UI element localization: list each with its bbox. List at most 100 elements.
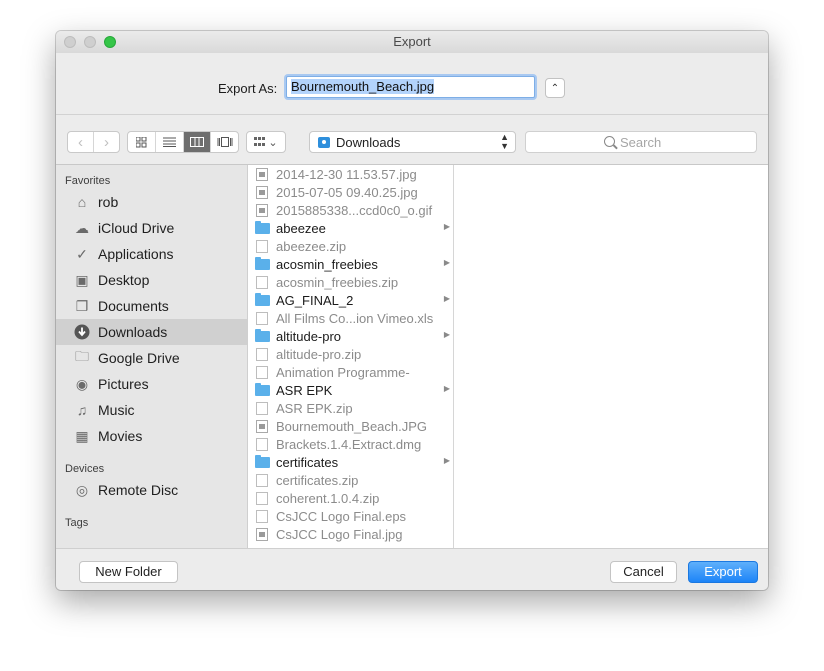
sidebar-item-rob[interactable]: ⌂ rob bbox=[56, 189, 247, 215]
sidebar-item-music[interactable]: ♫ Music bbox=[56, 397, 247, 423]
sidebar-item-google-drive[interactable]: 🗀 Google Drive bbox=[56, 345, 247, 371]
file-icon bbox=[256, 348, 268, 361]
disc-icon: ◎ bbox=[75, 481, 89, 498]
camera-icon: ◉ bbox=[75, 375, 89, 392]
image-file-icon bbox=[256, 168, 268, 181]
file-icon bbox=[256, 474, 268, 487]
list-item[interactable]: altitude-pro.zip bbox=[248, 345, 453, 363]
file-name: abeezee.zip bbox=[276, 239, 347, 254]
column-view-button[interactable] bbox=[183, 132, 212, 152]
list-item[interactable]: CsJCC Logo Final.eps bbox=[248, 507, 453, 525]
sidebar-item-documents[interactable]: ❐ Documents bbox=[56, 293, 247, 319]
list-item[interactable]: certificates ▶ bbox=[248, 453, 453, 471]
list-item[interactable]: abeezee.zip bbox=[248, 237, 453, 255]
back-button[interactable]: ‹ bbox=[68, 132, 94, 152]
navigation-buttons: ‹ › bbox=[67, 131, 120, 153]
sidebar-item-icloud-drive[interactable]: ☁ iCloud Drive bbox=[56, 215, 247, 241]
search-field[interactable]: Search bbox=[525, 131, 757, 153]
close-button[interactable] bbox=[64, 36, 76, 48]
file-name: ASR EPK.zip bbox=[276, 401, 353, 416]
list-item[interactable]: AG_FINAL_2 ▶ bbox=[248, 291, 453, 309]
export-as-label: Export As: bbox=[218, 81, 278, 96]
list-item[interactable]: Bournemouth_Beach.JPG bbox=[248, 417, 453, 435]
favorites-heading: Favorites bbox=[65, 175, 111, 187]
tags-heading: Tags bbox=[65, 517, 89, 529]
list-item[interactable]: Animation Programme- bbox=[248, 363, 453, 381]
file-name: altitude-pro.zip bbox=[276, 347, 362, 362]
filename-text: Bournemouth_Beach.jpg bbox=[291, 79, 435, 94]
disclosure-arrow-icon: ▶ bbox=[443, 222, 450, 231]
file-column: 2014-12-30 11.53.57.jpg 2015-07-05 09.40… bbox=[248, 165, 454, 548]
sidebar-item-label: iCloud Drive bbox=[98, 220, 175, 236]
folder-icon bbox=[255, 329, 270, 342]
sidebar-item-remote-disc[interactable]: ◎ Remote Disc bbox=[56, 477, 247, 503]
export-button[interactable]: Export bbox=[688, 561, 758, 583]
sidebar: Favorites ⌂ rob ☁ iCloud Drive ✓ Applica… bbox=[56, 165, 248, 548]
list-item[interactable]: certificates.zip bbox=[248, 471, 453, 489]
sidebar-item-desktop[interactable]: ▣ Desktop bbox=[56, 267, 247, 293]
list-item[interactable]: altitude-pro ▶ bbox=[248, 327, 453, 345]
list-item[interactable]: 2015-07-05 09.40.25.jpg bbox=[248, 183, 453, 201]
list-icon bbox=[162, 137, 176, 147]
list-item[interactable]: ASR EPK.zip bbox=[248, 399, 453, 417]
list-item[interactable]: 2015885338...ccd0c0_o.gif bbox=[248, 201, 453, 219]
documents-icon: ❐ bbox=[75, 297, 89, 314]
disk-image-icon bbox=[256, 438, 268, 451]
chevron-right-icon: › bbox=[104, 133, 109, 151]
minimize-button[interactable] bbox=[84, 36, 96, 48]
disclosure-arrow-icon: ▶ bbox=[443, 330, 450, 339]
sidebar-item-downloads[interactable]: Downloads bbox=[56, 319, 247, 345]
window-title: Export bbox=[393, 34, 431, 49]
file-name: Brackets.1.4.Extract.dmg bbox=[276, 437, 422, 452]
file-name: 2015885338...ccd0c0_o.gif bbox=[276, 203, 433, 218]
disclosure-arrow-icon: ▶ bbox=[443, 456, 450, 465]
list-item[interactable]: 2014-12-30 11.53.57.jpg bbox=[248, 165, 453, 183]
folder-icon bbox=[255, 257, 270, 270]
export-dialog: Export Export As: Bournemouth_Beach.jpg … bbox=[56, 31, 768, 590]
sidebar-item-label: Applications bbox=[98, 246, 174, 262]
list-view-button[interactable] bbox=[156, 132, 184, 152]
file-name: certificates bbox=[276, 455, 339, 470]
list-item[interactable]: acosmin_freebies ▶ bbox=[248, 255, 453, 273]
file-name: Bournemouth_Beach.JPG bbox=[276, 419, 428, 434]
filename-input[interactable]: Bournemouth_Beach.jpg bbox=[286, 76, 535, 98]
sidebar-item-pictures[interactable]: ◉ Pictures bbox=[56, 371, 247, 397]
list-item[interactable]: ASR EPK ▶ bbox=[248, 381, 453, 399]
title-bar: Export bbox=[56, 31, 768, 53]
file-name: acosmin_freebies bbox=[276, 257, 378, 272]
list-item[interactable]: coherent.1.0.4.zip bbox=[248, 489, 453, 507]
file-name: CsJCC Logo Final.jpg bbox=[276, 527, 403, 542]
arrange-menu-button[interactable]: ⌄ bbox=[246, 131, 286, 153]
downloads-icon bbox=[73, 323, 91, 341]
list-item[interactable]: acosmin_freebies.zip bbox=[248, 273, 453, 291]
cover-flow-button[interactable] bbox=[211, 132, 238, 152]
file-name: All Films Co...ion Vimeo.xls bbox=[276, 311, 434, 326]
list-item[interactable]: CsJCC Logo Final.jpg bbox=[248, 525, 453, 543]
new-folder-button[interactable]: New Folder bbox=[79, 561, 178, 583]
file-icon bbox=[256, 492, 268, 505]
file-name: abeezee bbox=[276, 221, 326, 236]
expand-dialog-button[interactable]: ⌃ bbox=[545, 78, 565, 98]
arrange-grid-icon bbox=[254, 137, 266, 146]
forward-button[interactable]: › bbox=[94, 132, 119, 152]
sidebar-item-label: Remote Disc bbox=[98, 482, 179, 498]
search-placeholder: Search bbox=[620, 135, 662, 150]
icon-view-button[interactable] bbox=[128, 132, 156, 152]
list-item[interactable]: abeezee ▶ bbox=[248, 219, 453, 237]
empty-column bbox=[454, 165, 768, 548]
search-icon bbox=[604, 136, 615, 147]
folder-icon: 🗀 bbox=[75, 348, 89, 364]
cancel-button[interactable]: Cancel bbox=[610, 561, 677, 583]
sidebar-item-label: Google Drive bbox=[98, 350, 180, 366]
sidebar-item-label: Desktop bbox=[98, 272, 150, 288]
sidebar-item-label: Music bbox=[98, 402, 135, 418]
zoom-button[interactable] bbox=[104, 36, 116, 48]
browser-toolbar: ‹ › ⌄ Downloads ▲ ▼ Search bbox=[56, 115, 768, 164]
sidebar-item-movies[interactable]: ▦ Movies bbox=[56, 423, 247, 449]
image-file-icon bbox=[256, 204, 268, 217]
list-item[interactable]: All Films Co...ion Vimeo.xls bbox=[248, 309, 453, 327]
home-icon: ⌂ bbox=[77, 194, 87, 210]
sidebar-item-applications[interactable]: ✓ Applications bbox=[56, 241, 247, 267]
location-popup[interactable]: Downloads ▲ ▼ bbox=[309, 131, 516, 153]
list-item[interactable]: Brackets.1.4.Extract.dmg bbox=[248, 435, 453, 453]
